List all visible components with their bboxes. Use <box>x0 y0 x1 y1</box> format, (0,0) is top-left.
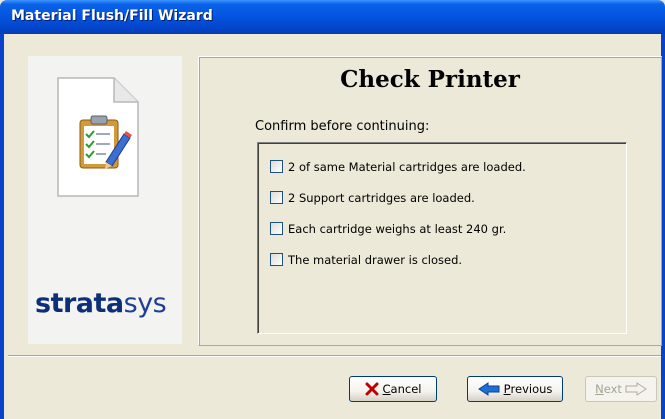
button-separator <box>8 355 661 357</box>
next-button[interactable]: Next <box>585 376 657 402</box>
cancel-button[interactable]: Cancel <box>349 376 437 402</box>
checkbox[interactable] <box>270 253 283 266</box>
title-bar[interactable]: Material Flush/Fill Wizard <box>0 0 665 34</box>
next-mnemonic: N <box>595 382 604 396</box>
x-icon <box>365 382 379 396</box>
page-title: Check Printer <box>340 66 520 93</box>
brand-panel: stratasys <box>28 56 182 344</box>
checklist-label: 2 Support cartridges are loaded. <box>288 190 475 205</box>
stratasys-logo: stratasys <box>35 288 167 319</box>
back-arrow-icon <box>477 382 500 396</box>
clipboard-document-icon <box>57 77 139 197</box>
checklist-label: The material drawer is closed. <box>288 252 463 267</box>
cancel-label: ancel <box>390 382 422 396</box>
content-panel: Check Printer Confirm before continuing:… <box>198 56 662 346</box>
window-title: Material Flush/Fill Wizard <box>11 8 213 24</box>
checklist-item-cartridge-weight[interactable]: Each cartridge weighs at least 240 gr. <box>270 220 506 237</box>
checkbox[interactable] <box>270 160 283 173</box>
logo-text-bold: strata <box>35 288 124 319</box>
checklist-box: 2 of same Material cartridges are loaded… <box>257 142 627 334</box>
checklist-item-drawer-closed[interactable]: The material drawer is closed. <box>270 251 462 268</box>
confirm-instruction-label: Confirm before continuing: <box>255 119 430 134</box>
forward-arrow-icon <box>625 382 647 396</box>
previous-mnemonic: P <box>503 382 511 396</box>
next-label: ext <box>603 382 622 396</box>
wizard-client-area: stratasys Check Printer Confirm before c… <box>4 34 662 419</box>
previous-button[interactable]: Previous <box>467 376 563 402</box>
checklist-item-material-cartridges[interactable]: 2 of same Material cartridges are loaded… <box>270 158 526 175</box>
checklist-label: 2 of same Material cartridges are loaded… <box>288 159 526 174</box>
checkbox[interactable] <box>270 191 283 204</box>
wizard-window: Material Flush/Fill Wizard stratasys Che… <box>0 0 665 419</box>
logo-text-light: sys <box>123 288 167 319</box>
checklist-item-support-cartridges[interactable]: 2 Support cartridges are loaded. <box>270 189 475 206</box>
checkbox[interactable] <box>270 222 283 235</box>
cancel-mnemonic: C <box>382 382 391 396</box>
checklist-label: Each cartridge weighs at least 240 gr. <box>288 221 507 236</box>
previous-label: revious <box>510 382 553 396</box>
